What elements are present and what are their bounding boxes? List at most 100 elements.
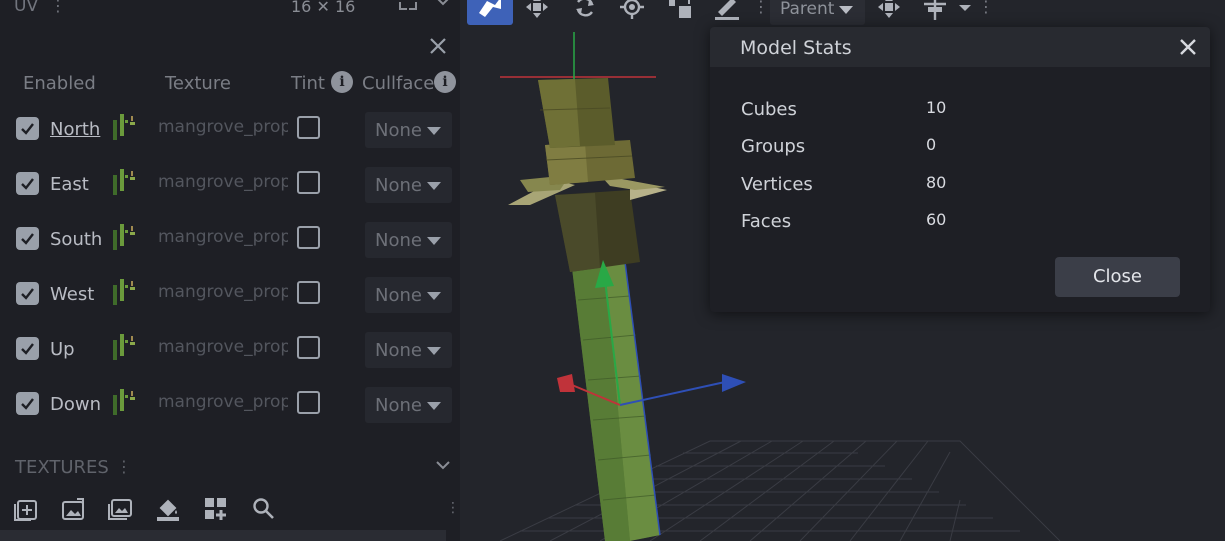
texture-name: mangrove_propagule xyxy=(158,172,288,192)
textures-panel-header[interactable]: TEXTURES ⋮ xyxy=(0,452,460,482)
add-grid-icon[interactable] xyxy=(203,496,229,522)
image-folder-icon[interactable] xyxy=(107,496,133,522)
texture-thumbnail xyxy=(111,277,139,307)
info-icon[interactable]: i xyxy=(434,71,456,93)
stat-value-groups: 0 xyxy=(926,135,937,154)
cullface-select[interactable]: None xyxy=(365,112,452,148)
close-icon[interactable] xyxy=(426,34,450,58)
texture-thumbnail xyxy=(111,387,139,417)
more-vertical-icon[interactable]: ⋮ xyxy=(116,457,132,476)
cullface-select[interactable]: None xyxy=(365,277,452,313)
tint-checkbox[interactable] xyxy=(297,281,320,304)
rotate-icon[interactable] xyxy=(570,0,600,22)
more-vertical-icon[interactable]: ⋮ xyxy=(978,0,994,27)
stat-label-vertices: Vertices xyxy=(741,174,813,195)
texture-name: mangrove_propagule xyxy=(158,227,288,247)
model-stats-dialog: Model Stats Cubes 10 Groups 0 Vertices 8… xyxy=(710,27,1210,312)
uv-panel-title: UV xyxy=(14,0,39,16)
more-vertical-icon[interactable]: ⋮ xyxy=(446,500,460,524)
cullface-value: None xyxy=(375,120,422,141)
tint-checkbox[interactable] xyxy=(297,226,320,249)
texture-thumbnail xyxy=(111,167,139,197)
texture-name: mangrove_propagule xyxy=(158,117,288,137)
add-texture-icon[interactable] xyxy=(13,496,39,522)
texture-name: mangrove_propagule xyxy=(158,337,288,357)
cullface-select[interactable]: None xyxy=(365,332,452,368)
cullface-select[interactable]: None xyxy=(365,167,452,203)
chevron-down-icon[interactable] xyxy=(434,458,452,474)
stat-label-groups: Groups xyxy=(741,136,806,157)
tint-checkbox[interactable] xyxy=(297,171,320,194)
move-icon[interactable] xyxy=(522,0,552,22)
stat-label-faces: Faces xyxy=(741,211,792,232)
z-arrow-handle xyxy=(722,374,746,392)
resize-icon[interactable] xyxy=(665,0,695,22)
cullface-select[interactable]: None xyxy=(365,387,452,423)
paint-icon[interactable] xyxy=(712,0,742,22)
fill-bucket-icon[interactable] xyxy=(155,496,181,522)
texture-list-item[interactable] xyxy=(0,530,446,541)
close-button[interactable]: Close xyxy=(1055,257,1180,297)
texture-thumbnail xyxy=(111,332,139,362)
cullface-value: None xyxy=(375,395,422,416)
face-row-west: West mangrove_propagule None xyxy=(0,274,460,314)
more-vertical-icon[interactable]: ⋮ xyxy=(753,0,769,27)
dialog-title: Model Stats xyxy=(740,37,852,59)
stat-value-faces: 60 xyxy=(926,210,947,229)
texture-name: mangrove_propagule xyxy=(158,392,288,412)
viewport-toolbar: ⋮ Parent ⋮ xyxy=(460,0,1225,26)
face-label[interactable]: Up xyxy=(50,339,75,360)
close-icon[interactable] xyxy=(1178,37,1198,57)
face-label[interactable]: West xyxy=(50,284,94,305)
cullface-select[interactable]: None xyxy=(365,222,452,258)
move-gizmo-icon[interactable] xyxy=(874,0,904,22)
pivot-icon[interactable] xyxy=(617,0,647,22)
tint-checkbox[interactable] xyxy=(297,391,320,414)
pivot-mode-select[interactable]: Parent xyxy=(770,0,865,25)
dialog-header[interactable]: Model Stats xyxy=(710,27,1210,67)
tint-checkbox[interactable] xyxy=(297,336,320,359)
face-enabled-checkbox[interactable] xyxy=(16,227,39,250)
pivot-mode-value: Parent xyxy=(780,0,835,19)
more-vertical-icon[interactable]: ⋮ xyxy=(50,0,66,15)
face-label[interactable]: East xyxy=(50,174,89,195)
align-icon[interactable] xyxy=(920,0,950,22)
dropdown-arrow-icon xyxy=(427,402,441,410)
chevron-down-icon[interactable] xyxy=(434,0,452,10)
uv-panel: UV ⋮ 16 ✕ 16 Enabled Texture Tint i Cull… xyxy=(0,0,460,541)
stat-value-cubes: 10 xyxy=(926,98,947,117)
x-arrow-handle xyxy=(557,374,575,392)
cullface-value: None xyxy=(375,340,422,361)
import-texture-icon[interactable] xyxy=(60,496,86,522)
dropdown-arrow-icon xyxy=(427,127,441,135)
info-icon[interactable]: i xyxy=(331,71,353,93)
column-header-tint: Tint xyxy=(291,73,325,94)
cullface-value: None xyxy=(375,175,422,196)
texture-thumbnail xyxy=(111,222,139,252)
dropdown-arrow-icon xyxy=(839,6,853,14)
vertex-snap-icon[interactable] xyxy=(467,0,513,25)
stat-value-vertices: 80 xyxy=(926,173,947,192)
search-icon[interactable] xyxy=(251,496,277,522)
dropdown-arrow-icon xyxy=(427,292,441,300)
fullscreen-icon[interactable] xyxy=(398,0,418,12)
uv-panel-header: UV ⋮ 16 ✕ 16 xyxy=(0,0,460,20)
face-enabled-checkbox[interactable] xyxy=(16,392,39,415)
face-enabled-checkbox[interactable] xyxy=(16,282,39,305)
stem-model[interactable] xyxy=(572,261,661,541)
uv-size-label: 16 ✕ 16 xyxy=(291,0,356,16)
dropdown-arrow-icon xyxy=(427,237,441,245)
face-row-down: Down mangrove_propagule None xyxy=(0,384,460,424)
face-enabled-checkbox[interactable] xyxy=(16,172,39,195)
face-row-south: South mangrove_propagule None xyxy=(0,219,460,259)
column-header-enabled: Enabled xyxy=(23,73,96,94)
tint-checkbox[interactable] xyxy=(297,116,320,139)
face-enabled-checkbox[interactable] xyxy=(16,337,39,360)
face-label[interactable]: North xyxy=(50,119,100,140)
face-label[interactable]: South xyxy=(50,229,102,250)
face-label[interactable]: Down xyxy=(50,394,101,415)
leaf-block-upper[interactable] xyxy=(538,78,635,185)
face-enabled-checkbox[interactable] xyxy=(16,117,39,140)
dropdown-arrow-icon xyxy=(427,182,441,190)
leaf-block-lower[interactable] xyxy=(508,175,667,272)
